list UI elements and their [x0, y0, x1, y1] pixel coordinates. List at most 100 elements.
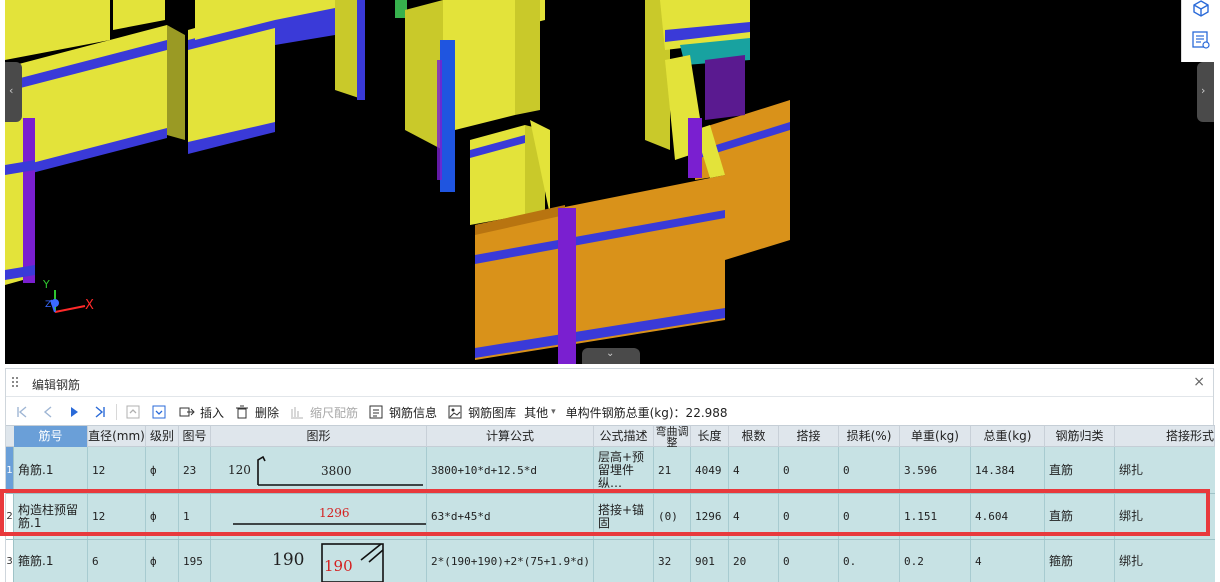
close-icon[interactable]: ×: [1193, 374, 1205, 390]
cube-icon: [1193, 0, 1209, 17]
cell-formula[interactable]: 3800+10*d+12.5*d: [427, 447, 594, 493]
col-header-lap-type[interactable]: 搭接形式: [1115, 426, 1215, 447]
col-header-diameter[interactable]: 直径(mm): [88, 426, 146, 447]
table-row[interactable]: 2 构造柱预留筋.1 12 ф 1 1296 63*d+45*d 搭接+锚固 (…: [6, 494, 1215, 540]
col-header-formula[interactable]: 计算公式: [427, 426, 594, 447]
cell-count[interactable]: 20: [729, 540, 779, 582]
last-record-button[interactable]: [90, 402, 110, 422]
cell-length[interactable]: 1296: [691, 494, 729, 539]
cell-unit-weight[interactable]: 0.2: [900, 540, 971, 582]
col-header-bend-adjust[interactable]: 弯曲调整: [654, 426, 691, 447]
cell-rebar-no[interactable]: 箍筋.1: [14, 540, 88, 582]
move-up-button[interactable]: [123, 402, 143, 422]
cell-loss[interactable]: 0: [839, 447, 900, 493]
cell-figure-no[interactable]: 23: [179, 447, 211, 493]
col-header-length[interactable]: 长度: [691, 426, 729, 447]
cell-bend-adjust[interactable]: 21: [654, 447, 691, 493]
delete-button[interactable]: 删除: [232, 402, 279, 422]
chevron-left-icon: ‹: [9, 84, 14, 97]
col-header-lap[interactable]: 搭接: [779, 426, 839, 447]
col-header-shape[interactable]: 图形: [211, 426, 427, 447]
other-label: 其他: [524, 405, 549, 420]
cell-shape[interactable]: 1296: [211, 494, 427, 539]
cell-formula-desc[interactable]: 层高+预留埋件纵…: [594, 447, 654, 493]
right-collapse-handle[interactable]: ›: [1197, 62, 1214, 122]
cell-diameter[interactable]: 6: [88, 540, 146, 582]
cell-rebar-class[interactable]: 直筋: [1045, 447, 1115, 493]
col-header-loss[interactable]: 损耗(%): [839, 426, 900, 447]
cell-length[interactable]: 901: [691, 540, 729, 582]
cell-formula-desc[interactable]: 搭接+锚固: [594, 494, 654, 539]
row-number: 3: [6, 540, 14, 582]
last-record-icon: [95, 406, 105, 418]
layer-view-button[interactable]: [1189, 28, 1213, 52]
cell-lap-type[interactable]: 绑扎: [1115, 540, 1215, 582]
axis-label-y: Y: [43, 278, 50, 291]
cell-lap[interactable]: 0: [779, 447, 839, 493]
cell-total-weight[interactable]: 4: [971, 540, 1045, 582]
first-record-button[interactable]: [12, 402, 32, 422]
table-row[interactable]: 1 角筋.1 12 ф 23 120 3800 3800+10*d+12.5*d…: [6, 447, 1215, 494]
cell-rebar-class[interactable]: 箍筋: [1045, 540, 1115, 582]
cell-grade[interactable]: ф: [146, 447, 179, 493]
rebar-library-button[interactable]: 钢筋图库: [445, 402, 516, 422]
move-down-button[interactable]: [149, 402, 169, 422]
cell-unit-weight[interactable]: 1.151: [900, 494, 971, 539]
col-header-rebar-no[interactable]: 筋号: [14, 426, 88, 447]
layer-view-icon: [1192, 31, 1210, 49]
cell-count[interactable]: 4: [729, 447, 779, 493]
cell-loss[interactable]: 0.: [839, 540, 900, 582]
cell-diameter[interactable]: 12: [88, 494, 146, 539]
col-header-grade[interactable]: 级别: [146, 426, 179, 447]
cell-length[interactable]: 4049: [691, 447, 729, 493]
cell-unit-weight[interactable]: 3.596: [900, 447, 971, 493]
cell-lap-type[interactable]: 绑扎: [1115, 494, 1215, 539]
col-header-total-weight[interactable]: 总重(kg): [971, 426, 1045, 447]
panel-title-bar[interactable]: 编辑钢筋 ×: [6, 369, 1213, 397]
col-header-rebar-class[interactable]: 钢筋归类: [1045, 426, 1115, 447]
cell-rebar-class[interactable]: 直筋: [1045, 494, 1115, 539]
bottom-collapse-handle[interactable]: ⌄: [582, 348, 640, 364]
model-render: [5, 0, 790, 364]
cell-figure-no[interactable]: 1: [179, 494, 211, 539]
col-header-count[interactable]: 根数: [729, 426, 779, 447]
col-header-unit-weight[interactable]: 单重(kg): [900, 426, 971, 447]
cell-lap-type[interactable]: 绑扎: [1115, 447, 1215, 493]
toolbar-separator: [116, 404, 117, 420]
prev-record-button[interactable]: [38, 402, 58, 422]
cell-formula[interactable]: 2*(190+190)+2*(75+1.9*d): [427, 540, 594, 582]
left-collapse-handle[interactable]: ‹: [5, 62, 22, 122]
cell-grade[interactable]: ф: [146, 540, 179, 582]
cell-formula-desc[interactable]: [594, 540, 654, 582]
image-library-icon: [445, 402, 465, 422]
cell-loss[interactable]: 0: [839, 494, 900, 539]
cell-grade[interactable]: ф: [146, 494, 179, 539]
next-record-button[interactable]: [64, 402, 84, 422]
col-header-figure-no[interactable]: 图号: [179, 426, 211, 447]
cell-bend-adjust[interactable]: 32: [654, 540, 691, 582]
model-3d-viewport[interactable]: Y X Z: [5, 0, 1214, 364]
cube-view-button[interactable]: [1189, 0, 1213, 20]
drag-grip-icon[interactable]: [12, 377, 20, 389]
cell-rebar-no[interactable]: 构造柱预留筋.1: [14, 494, 88, 539]
cell-lap[interactable]: 0: [779, 494, 839, 539]
table-row[interactable]: 3 箍筋.1 6 ф 195 190 190 2*(190+190)+2*(75…: [6, 540, 1215, 582]
cell-lap[interactable]: 0: [779, 540, 839, 582]
row-number: 2: [6, 494, 14, 539]
cell-shape[interactable]: 120 3800: [211, 447, 427, 493]
cell-rebar-no[interactable]: 角筋.1: [14, 447, 88, 493]
cell-shape[interactable]: 190 190: [211, 540, 427, 582]
col-header-formula-desc[interactable]: 公式描述: [594, 426, 654, 447]
rebar-info-icon: [366, 402, 386, 422]
cell-count[interactable]: 4: [729, 494, 779, 539]
insert-button[interactable]: 插入: [177, 402, 224, 422]
rebar-info-button[interactable]: 钢筋信息: [366, 402, 437, 422]
cell-diameter[interactable]: 12: [88, 447, 146, 493]
cell-bend-adjust[interactable]: (0): [654, 494, 691, 539]
cell-formula[interactable]: 63*d+45*d: [427, 494, 594, 539]
cell-total-weight[interactable]: 14.384: [971, 447, 1045, 493]
cell-figure-no[interactable]: 195: [179, 540, 211, 582]
cell-total-weight[interactable]: 4.604: [971, 494, 1045, 539]
scale-bars-button[interactable]: 缩尺配筋: [287, 402, 358, 422]
other-dropdown[interactable]: 其他 ▾: [524, 404, 556, 421]
